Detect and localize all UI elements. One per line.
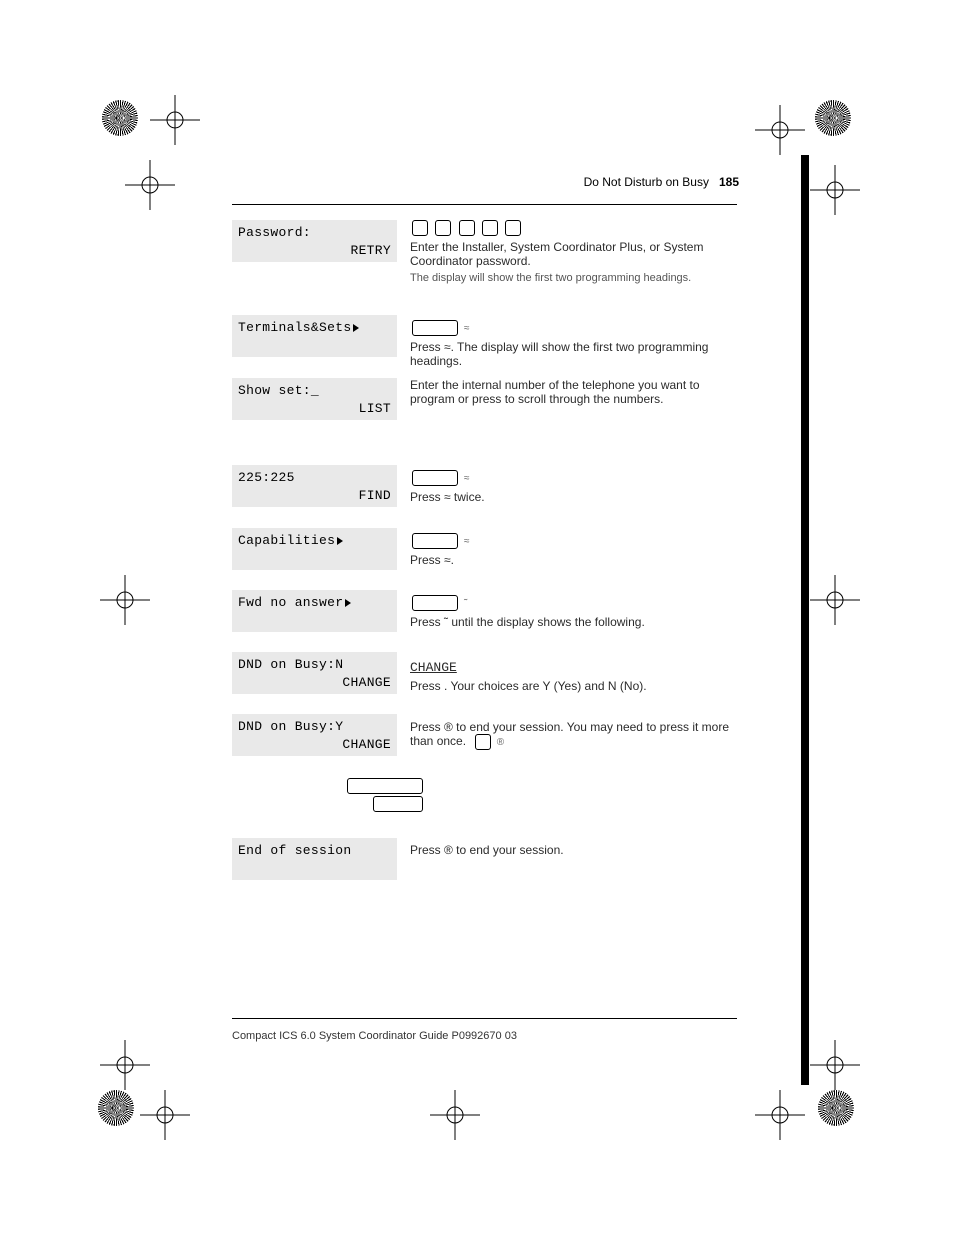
keycap-icon xyxy=(505,220,521,236)
rls-key-icon xyxy=(475,734,491,750)
step-text: Enter the internal number of the telepho… xyxy=(410,378,700,406)
lcd-line2: RETRY xyxy=(350,244,391,258)
arrow-right-icon xyxy=(345,599,351,607)
lcd-line2: FIND xyxy=(359,489,391,503)
change-softkey[interactable]: CHANGE xyxy=(410,660,457,675)
register-medallion-icon xyxy=(818,1090,854,1126)
lcd-dnd-y: DND on Busy:Y CHANGE xyxy=(232,714,397,756)
lcd-line1: Fwd no answer xyxy=(238,596,351,610)
step-3: Enter the internal number of the telepho… xyxy=(410,378,730,406)
crosshair-icon xyxy=(90,565,160,635)
lcd-line2: LIST xyxy=(359,402,391,416)
lcd-line1: Show set:_ xyxy=(238,384,319,398)
page: Do Not Disturb on Busy 185 Password: RET… xyxy=(0,0,954,1235)
crosshair-icon xyxy=(140,85,210,155)
footer: Compact ICS 6.0 System Coordinator Guide… xyxy=(232,1030,517,1042)
arrow-right-icon xyxy=(353,324,359,332)
keycap-icon xyxy=(459,220,475,236)
lcd-show-set: Show set:_ LIST xyxy=(232,378,397,420)
keycap-icon xyxy=(347,778,423,794)
step-1: Enter the Installer, System Coordinator … xyxy=(410,220,730,284)
lcd-end-of-session: End of session xyxy=(232,838,397,880)
rule-bottom xyxy=(232,1018,737,1019)
keycap-icon xyxy=(482,220,498,236)
step-8: Press ® to end your session. You may nee… xyxy=(410,720,730,750)
crosshair-icon xyxy=(130,1080,200,1150)
step-text: Press ≈. The display will show the first… xyxy=(410,340,730,368)
keycap-icon xyxy=(373,796,423,812)
register-medallion-icon xyxy=(815,100,851,136)
lcd-capabilities: Capabilities xyxy=(232,528,397,570)
key-stack xyxy=(347,778,423,814)
section-title: Do Not Disturb on Busy xyxy=(584,175,709,189)
step-4: ≈ Press ≈ twice. xyxy=(410,470,730,504)
show-key-icon xyxy=(412,470,458,486)
rule-top xyxy=(232,204,737,205)
keycap-icon xyxy=(435,220,451,236)
next-key-icon xyxy=(412,595,458,611)
keycap-icon xyxy=(412,220,428,236)
lcd-fwd-no-answer: Fwd no answer xyxy=(232,590,397,632)
lcd-line2: CHANGE xyxy=(342,676,391,690)
lcd-password: Password: RETRY xyxy=(232,220,397,262)
lcd-line1: DND on Busy:N xyxy=(238,658,343,672)
lcd-terminals-sets: Terminals&Sets xyxy=(232,315,397,357)
step-2: ≈ Press ≈. The display will show the fir… xyxy=(410,320,730,368)
lcd-dn: 225:225 FIND xyxy=(232,465,397,507)
crosshair-icon xyxy=(800,565,870,635)
register-medallion-icon xyxy=(102,100,138,136)
step-7: CHANGE Press . Your choices are Y (Yes) … xyxy=(410,660,730,693)
step-9: Press ® to end your session. xyxy=(410,843,730,857)
page-header: Do Not Disturb on Busy 185 xyxy=(584,175,739,189)
step-text: Press ® to end your session. You may nee… xyxy=(410,720,729,748)
register-medallion-icon xyxy=(98,1090,134,1126)
step-text: Enter the Installer, System Coordinator … xyxy=(410,240,730,268)
lcd-line2: CHANGE xyxy=(342,738,391,752)
lcd-line1: Capabilities xyxy=(238,534,343,548)
crosshair-icon xyxy=(115,150,185,220)
lcd-line1: 225:225 xyxy=(238,471,295,485)
show-key-icon xyxy=(412,533,458,549)
arrow-right-icon xyxy=(337,537,343,545)
step-aux-text: The display will show the first two prog… xyxy=(410,272,730,284)
step-text: Press ≈. xyxy=(410,553,730,567)
step-5: ≈ Press ≈. xyxy=(410,533,730,567)
crosshair-icon xyxy=(800,155,870,225)
lcd-line1: DND on Busy:Y xyxy=(238,720,343,734)
lcd-line1: Password: xyxy=(238,226,311,240)
step-text: Press ® to end your session. xyxy=(410,843,564,857)
lcd-line1: End of session xyxy=(238,844,351,858)
step-text: Press ≈ twice. xyxy=(410,490,730,504)
lcd-line1: Terminals&Sets xyxy=(238,321,359,335)
crosshair-icon xyxy=(420,1080,490,1150)
page-number: 185 xyxy=(719,175,739,189)
step-6: ˜ Press ˜ until the display shows the fo… xyxy=(410,595,730,629)
step-text: Press . Your choices are Y (Yes) and N (… xyxy=(410,679,730,693)
show-key-icon xyxy=(412,320,458,336)
step-text: Press ˜ until the display shows the foll… xyxy=(410,615,730,629)
lcd-dnd-n: DND on Busy:N CHANGE xyxy=(232,652,397,694)
